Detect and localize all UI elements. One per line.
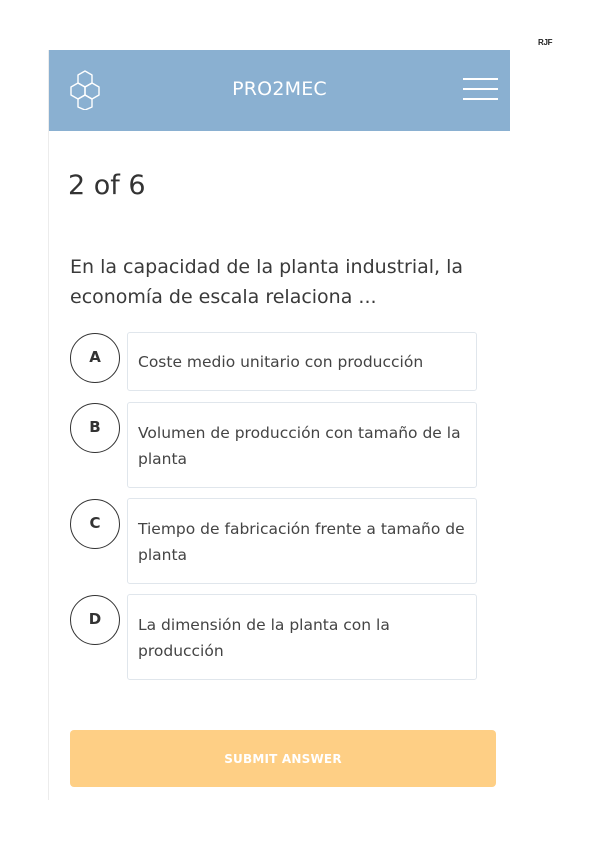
question-progress: 2 of 6 [68,170,146,201]
option-a-letter[interactable]: A [70,333,120,383]
corner-tag: RJF [538,38,553,47]
option-b-answer[interactable]: Volumen de producción con tamaño de la p… [127,402,477,488]
option-d-answer[interactable]: La dimensión de la planta con la producc… [127,594,477,680]
quiz-app: PRO2MEC 2 of 6 En la capacidad de la pla… [48,50,510,800]
submit-answer-button[interactable]: SUBMIT ANSWER [70,730,496,787]
menu-bar-middle [463,88,498,90]
app-header: PRO2MEC [49,50,510,131]
option-a-answer[interactable]: Coste medio unitario con producción [127,332,477,391]
menu-bar-bottom [463,98,498,100]
option-c-answer[interactable]: Tiempo de fabricación frente a tamaño de… [127,498,477,584]
option-d-letter[interactable]: D [70,595,120,645]
question-text: En la capacidad de la planta industrial,… [70,256,464,308]
app-title: PRO2MEC [232,78,327,100]
hamburger-menu-icon[interactable] [463,78,498,100]
menu-bar-top [463,78,498,80]
option-b-letter[interactable]: B [70,403,120,453]
option-c-letter[interactable]: C [70,499,120,549]
